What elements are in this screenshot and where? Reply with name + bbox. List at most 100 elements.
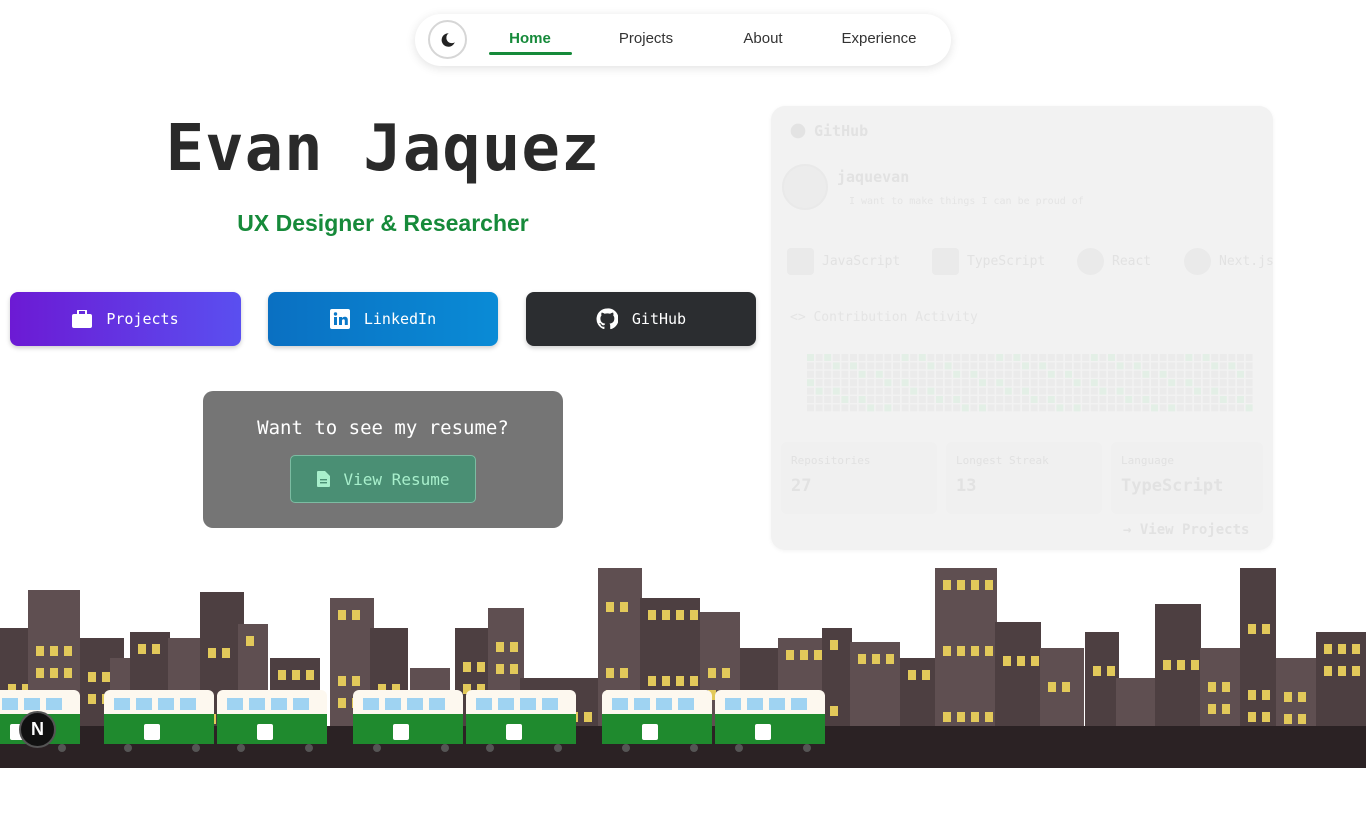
nav-about[interactable]: About xyxy=(718,30,808,47)
contribution-cell xyxy=(918,362,926,370)
contribution-cell xyxy=(901,370,909,378)
contribution-cell xyxy=(807,354,814,361)
building-window xyxy=(957,712,965,722)
contribution-cell xyxy=(944,396,952,403)
contribution-cell xyxy=(918,387,926,395)
contribution-cell xyxy=(1151,370,1158,378)
projects-button[interactable]: Projects xyxy=(10,292,241,346)
contribution-cell xyxy=(824,387,832,395)
contribution-cell xyxy=(832,370,840,378)
contribution-cell xyxy=(1185,370,1193,378)
view-resume-button[interactable]: View Resume xyxy=(290,455,476,503)
contribution-cell xyxy=(1194,370,1201,378)
contribution-cell xyxy=(910,387,918,395)
contribution-cell xyxy=(944,387,952,395)
contribution-cell xyxy=(1176,379,1184,387)
contribution-cell xyxy=(996,370,1004,378)
contribution-cell xyxy=(1194,354,1201,361)
contribution-cell xyxy=(1073,370,1081,378)
contribution-cell xyxy=(850,387,857,395)
building-window xyxy=(1031,656,1039,666)
contribution-cell xyxy=(1125,404,1133,412)
contribution-cell xyxy=(1125,387,1133,395)
nextjs-icon xyxy=(1184,248,1211,275)
contribution-cell xyxy=(927,404,935,412)
hero-subtitle: UX Designer & Researcher xyxy=(237,210,529,236)
stat-label: Longest Streak xyxy=(956,454,1049,467)
contribution-cell xyxy=(1116,354,1124,361)
contribution-cell xyxy=(1004,362,1012,370)
contribution-cell xyxy=(918,396,926,403)
contribution-cell xyxy=(1185,387,1193,395)
contribution-cell xyxy=(1030,387,1038,395)
train-window xyxy=(271,698,287,710)
contribution-cell xyxy=(1065,404,1072,412)
contribution-cell xyxy=(1176,404,1184,412)
contribution-cell xyxy=(910,396,918,403)
building-window xyxy=(477,662,485,672)
train-logo xyxy=(642,724,658,740)
nav-home[interactable]: Home xyxy=(485,30,575,47)
contribution-grid xyxy=(807,354,1253,412)
contribution-cell xyxy=(1073,396,1081,403)
building-window xyxy=(510,664,518,674)
contribution-cell xyxy=(1219,362,1227,370)
contribution-cell xyxy=(1237,387,1244,395)
contribution-cell xyxy=(1245,396,1253,403)
contribution-cell xyxy=(1047,370,1055,378)
nav-experience[interactable]: Experience xyxy=(834,30,924,47)
contribution-cell xyxy=(987,387,995,395)
contribution-cell xyxy=(1013,370,1021,378)
contribution-cell xyxy=(1056,387,1064,395)
contribution-cell xyxy=(1151,362,1158,370)
contribution-cell xyxy=(1004,370,1012,378)
contribution-cell xyxy=(850,379,857,387)
github-button[interactable]: GitHub xyxy=(526,292,756,346)
building-window xyxy=(800,650,808,660)
building-window xyxy=(222,648,230,658)
contribution-cell xyxy=(1030,362,1038,370)
contribution-cell xyxy=(875,396,883,403)
contribution-cell xyxy=(1047,387,1055,395)
nextjs-dev-badge[interactable]: N xyxy=(19,711,56,748)
train-logo xyxy=(506,724,522,740)
building-window xyxy=(152,644,160,654)
contribution-cell xyxy=(927,370,935,378)
contribution-cell xyxy=(1211,362,1219,370)
contribution-cell xyxy=(841,370,849,378)
linkedin-button[interactable]: LinkedIn xyxy=(268,292,498,346)
contribution-cell xyxy=(1047,404,1055,412)
contribution-cell xyxy=(901,379,909,387)
building-window xyxy=(352,676,360,686)
contribution-cell xyxy=(815,354,823,361)
contribution-cell xyxy=(875,379,883,387)
contribution-cell xyxy=(1065,387,1072,395)
nav-projects[interactable]: Projects xyxy=(601,30,691,47)
contribution-cell xyxy=(1168,379,1176,387)
contribution-cell xyxy=(1237,354,1244,361)
building-window xyxy=(676,610,684,620)
contribution-cell xyxy=(918,370,926,378)
contribution-cell xyxy=(1082,379,1090,387)
contribution-cell xyxy=(1245,354,1253,361)
github-icon xyxy=(596,308,618,330)
contribution-cell xyxy=(987,370,995,378)
contribution-cell xyxy=(850,404,857,412)
building-window xyxy=(1338,666,1346,676)
train-window xyxy=(634,698,650,710)
contribution-cell xyxy=(1142,370,1150,378)
contribution-cell xyxy=(875,354,883,361)
contribution-cell xyxy=(893,387,900,395)
building-window xyxy=(50,646,58,656)
view-projects-link[interactable]: → View Projects xyxy=(1123,522,1249,538)
building-window xyxy=(1262,690,1270,700)
github-username[interactable]: jaquevan xyxy=(837,168,909,186)
theme-toggle-button[interactable] xyxy=(428,20,467,59)
contribution-cell xyxy=(1194,396,1201,403)
stat-repositories: Repositories 27 xyxy=(781,442,937,514)
contribution-cell xyxy=(910,379,918,387)
contribution-cell xyxy=(1194,379,1201,387)
contribution-cell xyxy=(979,396,986,403)
stat-value: 13 xyxy=(956,476,977,496)
contribution-cell xyxy=(858,379,866,387)
